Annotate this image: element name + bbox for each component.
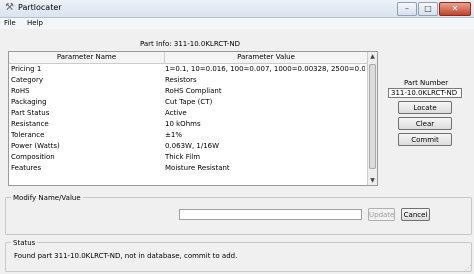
table-row[interactable]: Tolerance ±1% [9,130,367,141]
param-value: RoHS Compliant [165,87,222,95]
part-info-label: Part Info: 311-10.0KLRCT-ND [139,40,241,48]
close-button[interactable]: ✕ [439,2,471,16]
locate-button[interactable]: Locate [398,101,452,114]
table-row[interactable]: Composition Thick Film [9,152,367,163]
table-body: Pricing 1 1=0.1, 10=0.016, 100=0.007, 100… [9,64,367,174]
vertical-scrollbar[interactable]: ▲ ▼ [367,52,377,185]
part-number-label: Part Number [404,79,449,87]
cancel-button[interactable]: Cancel [401,208,430,221]
menu-help[interactable]: Help [27,19,43,27]
param-value: Moisture Resistant [165,164,230,172]
scroll-thumb[interactable] [369,64,376,169]
scroll-down-icon[interactable]: ▼ [368,176,377,185]
minimize-button[interactable]: – [397,2,417,16]
wrench-icon: ⚒ [5,2,14,13]
column-header-name[interactable]: Parameter Name [9,52,165,63]
param-name: Resistance [11,120,49,128]
column-header-value[interactable]: Parameter Value [165,52,367,63]
param-value: Cut Tape (CT) [165,98,213,106]
table-row[interactable]: Category Resistors [9,75,367,86]
param-value: 10 kOhms [165,120,201,128]
param-name: Tolerance [11,131,45,139]
table-row[interactable]: RoHS RoHS Compliant [9,86,367,97]
param-name: Packaging [11,98,47,106]
menu-file[interactable]: File [4,19,16,27]
param-name: Features [11,164,42,172]
param-name: Power (Watts) [11,142,60,150]
part-number-input[interactable]: 311-10.0KLRCT-ND [388,88,462,98]
modify-value-input[interactable] [179,209,362,220]
param-name: Composition [11,153,55,161]
table-row[interactable]: Pricing 1 1=0.1, 10=0.016, 100=0.007, 100… [9,64,367,75]
table-row[interactable]: Packaging Cut Tape (CT) [9,97,367,108]
window-title: Partlocater [18,3,62,12]
update-button[interactable]: Update [368,208,395,221]
status-message: Found part 311-10.0KLRCT-ND, not in data… [14,252,238,260]
clear-button[interactable]: Clear [398,117,452,130]
resize-grip-icon[interactable]: ⋰ [465,264,472,272]
param-value: 0.063W, 1/16W [165,142,220,150]
table-row[interactable]: Power (Watts) 0.063W, 1/16W [9,141,367,152]
menu-bar: File Help [0,18,474,29]
param-value: Thick Film [165,153,201,161]
modify-group-label: Modify Name/Value [11,194,83,202]
maximize-button[interactable]: □ [418,2,438,16]
param-value: Active [165,109,187,117]
param-value: 1=0.1, 10=0.016, 100=0.007, 1000=0.00328… [165,65,365,73]
table-row[interactable]: Resistance 10 kOhms [9,119,367,130]
table-row[interactable]: Features Moisture Resistant [9,163,367,174]
param-value: Resistors [165,76,197,84]
scroll-up-icon[interactable]: ▲ [368,52,377,61]
table-row[interactable]: Part Status Active [9,108,367,119]
table-header: Parameter Name Parameter Value [9,52,367,64]
window-controls: – □ ✕ [396,2,471,16]
param-name: RoHS [11,87,30,95]
parameter-table[interactable]: Parameter Name Parameter Value Pricing 1… [8,51,378,186]
status-group-label: Status [11,239,38,247]
param-value: ±1% [165,131,182,139]
param-name: Part Status [11,109,50,117]
title-bar: ⚒ Partlocater – □ ✕ [0,0,474,18]
param-name: Pricing 1 [11,65,42,73]
param-name: Category [11,76,43,84]
commit-button[interactable]: Commit [398,133,452,146]
